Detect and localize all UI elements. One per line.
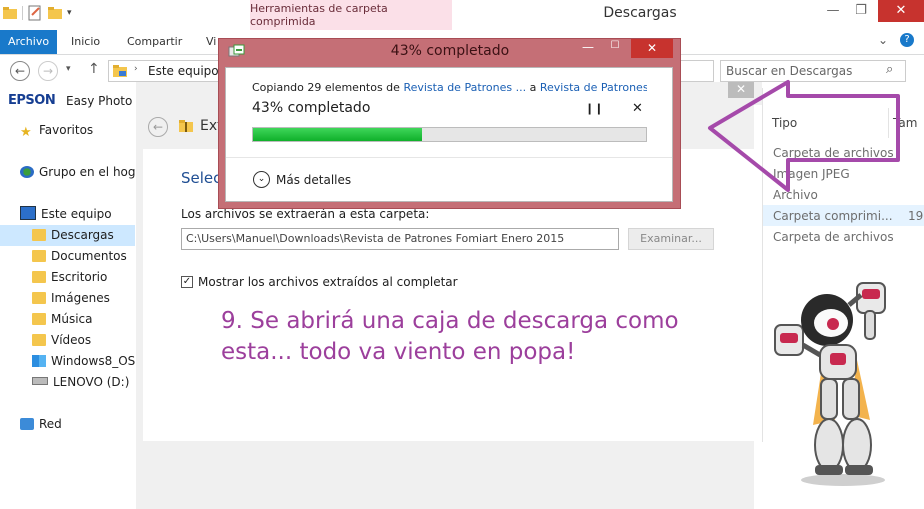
sidebar-item-grupo-hogar[interactable]: Grupo en el hogar bbox=[20, 162, 135, 183]
tab-inicio[interactable]: Inicio bbox=[71, 30, 100, 54]
sidebar-item-label: Red bbox=[39, 417, 62, 431]
title-bar: ▾ bbox=[0, 0, 924, 30]
sidebar-item-label: Grupo en el hogar bbox=[39, 165, 135, 179]
context-tab[interactable]: Herramientas de carpeta comprimida bbox=[250, 0, 452, 31]
sidebar-item-descargas[interactable]: Descargas bbox=[0, 225, 135, 246]
sidebar-item-label: Documentos bbox=[51, 249, 127, 263]
computer-icon bbox=[20, 206, 36, 220]
show-files-checkbox[interactable]: ✓ bbox=[181, 276, 193, 288]
sidebar-item-imagenes[interactable]: Imágenes bbox=[32, 288, 135, 309]
destination-label: Los archivos se extraerán a esta carpeta… bbox=[181, 207, 430, 221]
sidebar-item-label: Imágenes bbox=[51, 291, 110, 305]
window-title: Descargas bbox=[603, 5, 677, 21]
computer-folder-icon bbox=[113, 65, 127, 77]
sidebar-item-musica[interactable]: Música bbox=[32, 309, 135, 330]
dialog-minimize-icon[interactable]: — bbox=[577, 40, 599, 58]
recent-locations-icon[interactable]: ▾ bbox=[66, 64, 71, 74]
epson-logo: EPSON bbox=[8, 93, 56, 108]
sidebar-item-label: Música bbox=[51, 312, 93, 326]
sidebar-item-label: Descargas bbox=[51, 228, 114, 242]
tutorial-annotation: 9. Se abrirá una caja de descarga como e… bbox=[221, 308, 679, 365]
robot-mascot-icon bbox=[774, 282, 886, 486]
documents-folder-icon bbox=[32, 250, 46, 262]
wizard-back-icon[interactable]: ← bbox=[148, 117, 168, 137]
up-icon[interactable]: ↑ bbox=[88, 61, 100, 77]
sidebar-item-label: Este equipo bbox=[41, 207, 112, 221]
table-row[interactable]: Carpeta de archivos bbox=[773, 230, 894, 244]
search-placeholder: Buscar en Descargas bbox=[726, 64, 853, 78]
copy-icon bbox=[228, 44, 245, 57]
app-name[interactable]: Easy Photo P bbox=[66, 94, 136, 108]
progress-bar-fill bbox=[253, 128, 422, 141]
sidebar-item-label: Windows8_OS ( bbox=[51, 354, 135, 368]
browse-button[interactable]: Examinar... bbox=[628, 228, 714, 250]
quick-access-toolbar: ▾ bbox=[2, 5, 72, 21]
sidebar-item-windows8-os[interactable]: Windows8_OS ( bbox=[32, 351, 135, 372]
zip-folder-icon bbox=[179, 120, 193, 132]
sidebar-item-favoritos[interactable]: ★ Favoritos bbox=[20, 120, 135, 141]
to-word: a bbox=[529, 81, 537, 94]
chevron-right-icon[interactable]: › bbox=[134, 64, 138, 74]
windows-drive-icon bbox=[32, 355, 46, 367]
tab-compartir[interactable]: Compartir bbox=[127, 30, 182, 54]
help-icon[interactable]: ? bbox=[900, 33, 914, 47]
show-files-label: Mostrar los archivos extraídos al comple… bbox=[198, 275, 458, 289]
dialog-maximize-icon[interactable]: ☐ bbox=[604, 40, 626, 58]
properties-icon[interactable] bbox=[27, 5, 43, 21]
source-link[interactable]: Revista de Patrones ... bbox=[403, 81, 526, 94]
copy-prefix: Copiando 29 elementos de bbox=[252, 81, 400, 94]
destination-path-input[interactable]: C:\Users\Manuel\Downloads\Revista de Pat… bbox=[181, 228, 619, 250]
arrow-left-icon bbox=[708, 80, 900, 192]
network-icon bbox=[20, 418, 34, 430]
address-path[interactable]: Este equipo bbox=[148, 64, 219, 78]
star-icon: ★ bbox=[20, 125, 32, 140]
dialog-close-icon[interactable]: ✕ bbox=[631, 39, 673, 58]
new-folder-icon[interactable] bbox=[47, 5, 63, 21]
sidebar-item-label: Favoritos bbox=[39, 123, 94, 137]
progress-dialog-title: 43% completado bbox=[390, 43, 510, 59]
sidebar-item-videos[interactable]: Vídeos bbox=[32, 330, 135, 351]
destination-link[interactable]: Revista de Patrones F... bbox=[540, 81, 647, 94]
videos-folder-icon bbox=[32, 334, 46, 346]
homegroup-icon bbox=[20, 166, 34, 178]
drive-icon bbox=[32, 377, 48, 385]
sidebar-item-label: Vídeos bbox=[51, 333, 92, 347]
sidebar-item-label: LENOVO (D:) bbox=[53, 375, 130, 389]
sidebar-item-lenovo[interactable]: LENOVO (D:) bbox=[32, 372, 135, 393]
cancel-icon[interactable]: ✕ bbox=[632, 101, 643, 116]
sidebar-item-escritorio[interactable]: Escritorio bbox=[32, 267, 135, 288]
search-icon[interactable]: ⌕ bbox=[886, 62, 893, 77]
chevron-down-icon[interactable]: ▾ bbox=[67, 8, 72, 18]
wizard-heading: Selec bbox=[181, 169, 222, 187]
maximize-icon[interactable]: ❐ bbox=[846, 0, 876, 22]
sidebar-item-red[interactable]: Red bbox=[20, 414, 135, 435]
table-row[interactable]: Carpeta comprimi... bbox=[773, 209, 893, 223]
pictures-folder-icon bbox=[32, 292, 46, 304]
more-details-button[interactable]: Más detalles bbox=[276, 173, 351, 187]
close-icon[interactable]: ✕ bbox=[878, 0, 924, 22]
pause-icon[interactable]: ❙❙ bbox=[585, 102, 603, 115]
tab-vista[interactable]: Vi bbox=[206, 30, 216, 54]
chevron-down-icon[interactable]: ⌄ bbox=[253, 171, 270, 188]
sidebar-item-documentos[interactable]: Documentos bbox=[32, 246, 135, 267]
forward-icon[interactable]: → bbox=[38, 61, 58, 81]
percent-complete: 43% completado bbox=[252, 100, 371, 116]
sidebar-item-este-equipo[interactable]: Este equipo bbox=[20, 204, 135, 225]
tab-archivo[interactable]: Archivo bbox=[0, 30, 57, 54]
sidebar-item-label: Escritorio bbox=[51, 270, 108, 284]
music-folder-icon bbox=[32, 313, 46, 325]
copy-status-line: Copiando 29 elementos de Revista de Patr… bbox=[252, 81, 647, 94]
downloads-folder-icon bbox=[32, 229, 46, 241]
minimize-icon[interactable]: — bbox=[818, 0, 848, 22]
desktop-folder-icon bbox=[32, 271, 46, 283]
table-cell-size: 19 bbox=[908, 209, 924, 223]
ribbon-expand-icon[interactable]: ⌄ bbox=[878, 33, 888, 47]
back-icon[interactable]: ← bbox=[10, 61, 30, 81]
folder-icon bbox=[3, 7, 17, 19]
divider bbox=[226, 157, 672, 158]
